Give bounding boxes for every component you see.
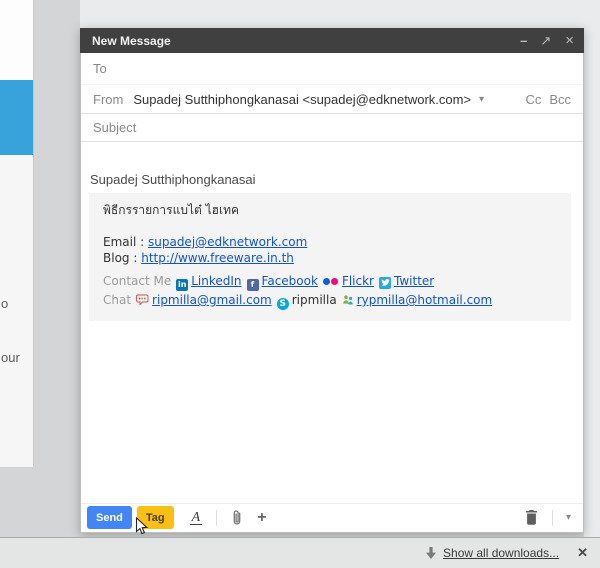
signature-contact-line: Contact Me inLinkedIn fFacebook Flickr Twitt… — [103, 272, 559, 291]
page-background-top — [80, 0, 600, 28]
linkedin-icon: in — [176, 279, 188, 291]
to-label: To — [93, 61, 107, 76]
page-lower-area — [0, 155, 33, 467]
msn-icon — [342, 293, 354, 312]
blog-link[interactable]: http://www.freeware.in.th — [141, 251, 294, 265]
window-title: New Message — [92, 34, 506, 48]
partial-text: our — [1, 350, 20, 365]
toolbar-divider — [216, 510, 217, 526]
msn-chat-link[interactable]: rypmilla@hotmail.com — [357, 293, 493, 307]
twitter-icon — [379, 277, 391, 289]
close-icon[interactable]: × — [565, 28, 574, 53]
more-insert-icon[interactable]: + — [257, 509, 266, 527]
linkedin-link[interactable]: LinkedIn — [191, 274, 241, 288]
more-options-icon[interactable]: ▾ — [566, 512, 571, 523]
message-body[interactable]: Supadej Sutthiphongkanasai พิธีกรรายการแ… — [81, 142, 583, 503]
subject-field[interactable]: Subject — [81, 114, 583, 142]
flickr-icon — [323, 275, 339, 287]
send-button[interactable]: Send — [87, 506, 132, 529]
gmail-chat-link[interactable]: ripmilla@gmail.com — [152, 293, 272, 307]
download-arrow-icon — [425, 547, 437, 560]
toolbar-right-group: ▾ — [525, 510, 571, 526]
formatting-options-icon[interactable]: A — [190, 511, 203, 525]
download-bar: Show all downloads... ✕ — [0, 537, 600, 568]
partial-text: o — [1, 296, 8, 311]
blog-label: Blog : — [103, 251, 137, 265]
contact-me-label: Contact Me — [103, 274, 171, 288]
chat-label: Chat — [103, 293, 131, 307]
from-label: From — [93, 92, 123, 107]
cc-button[interactable]: Cc — [525, 92, 541, 107]
trash-icon[interactable] — [525, 510, 538, 525]
compose-toolbar: Send Tag A + ▾ — [81, 503, 583, 531]
popout-icon[interactable]: ↗ — [540, 28, 551, 53]
email-link[interactable]: supadej@edknetwork.com — [148, 235, 307, 249]
download-bar-close-icon[interactable]: ✕ — [577, 545, 588, 561]
compose-titlebar[interactable]: New Message – ↗ × — [80, 28, 584, 53]
facebook-icon: f — [247, 279, 259, 291]
to-field[interactable]: To — [81, 53, 583, 85]
bcc-button[interactable]: Bcc — [549, 92, 571, 107]
attach-file-icon[interactable] — [231, 509, 243, 527]
screen: o our New Message – ↗ × To From Supadej … — [0, 0, 600, 568]
subject-placeholder: Subject — [93, 120, 136, 135]
from-address: Supadej Sutthiphongkanasai <supadej@edkn… — [133, 92, 471, 107]
signature-email-line: Email : supadej@edknetwork.com — [103, 234, 559, 250]
compose-window: New Message – ↗ × To From Supadej Sutthi… — [80, 28, 584, 533]
email-label: Email : — [103, 235, 144, 249]
skype-handle: ripmilla — [292, 293, 337, 307]
background-page-fragment: o our — [0, 0, 34, 467]
page-background-right — [584, 0, 600, 537]
skype-icon: S — [277, 298, 289, 310]
twitter-link[interactable]: Twitter — [394, 274, 434, 288]
signature-blog-line: Blog : http://www.freeware.in.th — [103, 250, 559, 266]
highlighted-block — [0, 80, 33, 155]
chevron-down-icon[interactable]: ▾ — [479, 94, 484, 105]
gtalk-icon — [136, 293, 149, 312]
signature-block: พิธีกรรายการแบไต๋ ไฮเทค Email : supadej@… — [89, 193, 571, 321]
from-field[interactable]: From Supadej Sutthiphongkanasai <supadej… — [81, 85, 583, 114]
signature-tagline: พิธีกรรายการแบไต๋ ไฮเทค — [103, 202, 559, 218]
signature-sender-name: Supadej Sutthiphongkanasai — [90, 172, 575, 187]
flickr-link[interactable]: Flickr — [342, 274, 374, 288]
signature-chat-line: Chat ripmilla@gmail.com Sripmilla rypmilla@… — [103, 291, 559, 312]
tag-button[interactable]: Tag — [137, 506, 174, 529]
toolbar-divider — [552, 510, 553, 526]
cc-bcc-group: Cc Bcc — [517, 92, 571, 107]
minimize-icon[interactable]: – — [520, 28, 526, 53]
show-all-downloads-link[interactable]: Show all downloads... — [443, 546, 559, 560]
facebook-link[interactable]: Facebook — [262, 274, 318, 288]
